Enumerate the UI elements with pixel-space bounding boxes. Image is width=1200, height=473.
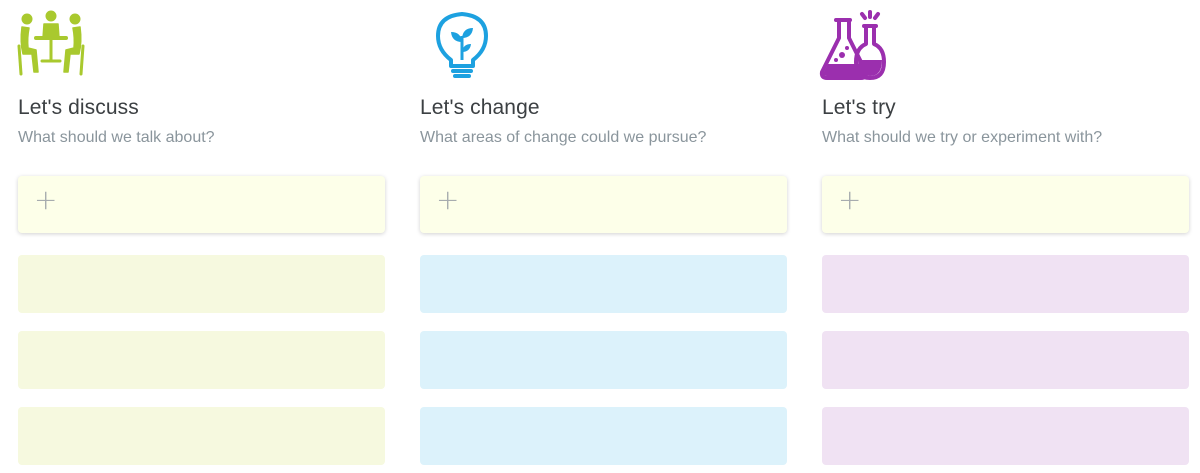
- plus-icon: +: [838, 183, 862, 216]
- add-card-button[interactable]: +: [822, 176, 1189, 233]
- meeting-people-icon: [12, 8, 88, 84]
- add-card-button[interactable]: +: [18, 176, 385, 233]
- column-change: Let's change What areas of change could …: [420, 0, 788, 473]
- lab-flasks-icon: [814, 8, 890, 84]
- card-slot[interactable]: [420, 255, 787, 313]
- card-slot[interactable]: [822, 331, 1189, 389]
- card-slot[interactable]: [420, 331, 787, 389]
- retro-board: Let's discuss What should we talk about?…: [0, 0, 1200, 473]
- card-slot[interactable]: [822, 407, 1189, 465]
- card-slot[interactable]: [420, 407, 787, 465]
- card-slot[interactable]: [18, 331, 385, 389]
- column-title: Let's change: [420, 96, 540, 119]
- plus-icon: +: [34, 183, 58, 216]
- column-try: Let's try What should we try or experime…: [819, 0, 1190, 473]
- column-title: Let's try: [822, 96, 896, 119]
- plus-icon: +: [436, 183, 460, 216]
- column-title: Let's discuss: [18, 96, 139, 119]
- card-slot[interactable]: [822, 255, 1189, 313]
- column-subtitle: What should we talk about?: [18, 129, 215, 146]
- lightbulb-plant-icon: [424, 8, 500, 84]
- add-card-button[interactable]: +: [420, 176, 787, 233]
- column-discuss: Let's discuss What should we talk about?…: [17, 0, 386, 473]
- card-slot[interactable]: [18, 407, 385, 465]
- column-subtitle: What should we try or experiment with?: [822, 129, 1103, 146]
- card-slot[interactable]: [18, 255, 385, 313]
- column-subtitle: What areas of change could we pursue?: [420, 129, 707, 146]
